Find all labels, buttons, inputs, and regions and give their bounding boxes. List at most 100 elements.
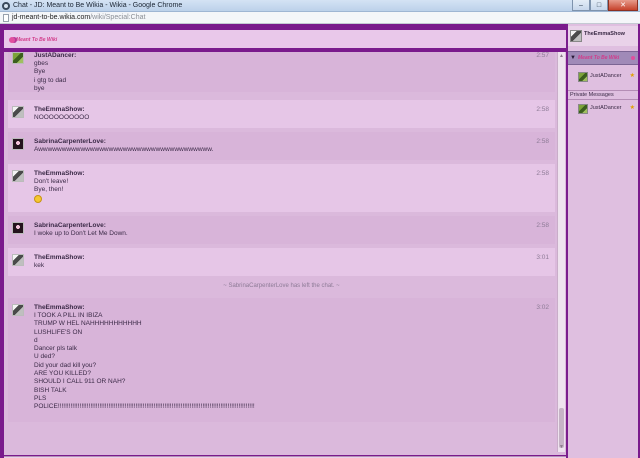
message-line: TRUMP W HEL NAHHHHHHHHHHH (34, 320, 142, 328)
message-line: LUSHLIFE'S ON (34, 328, 83, 336)
room-logo: Meant To Be Wiki (578, 55, 620, 61)
user-name: JustADancer (590, 73, 622, 79)
message-time: 2:57 (536, 52, 549, 59)
chat-messages: JustADancer: 2:57 gbes Bye i gtg to dad … (4, 52, 557, 452)
minimize-button[interactable]: – (572, 0, 590, 11)
chrome-icon (2, 2, 10, 10)
avatar (12, 222, 24, 234)
message-username[interactable]: TheEmmaShow: (34, 254, 85, 261)
current-user[interactable]: TheEmmaShow (568, 26, 638, 46)
avatar (12, 52, 24, 64)
message-time: 2:58 (536, 222, 549, 229)
chat-message: SabrinaCarpenterLove: 2:58 Awwwwwwwwwwww… (8, 132, 555, 160)
window-title: Chat - JD: Meant to Be Wikia - Wikia - G… (13, 2, 183, 9)
browser-titlebar: Chat - JD: Meant to Be Wikia - Wikia - G… (0, 0, 640, 12)
message-line: NOOOOOOOOOO (34, 114, 90, 121)
chat-message: TheEmmaShow: 3:02 I TOOK A PILL IN IBIZA… (8, 298, 555, 422)
avatar (12, 254, 24, 266)
scrollbar-thumb[interactable] (559, 408, 564, 448)
smiley-icon (34, 194, 42, 203)
message-line: Don't leave! (34, 178, 69, 185)
chat-message: SabrinaCarpenterLove: 2:58 I woke up to … (8, 216, 555, 244)
address-bar[interactable]: jd-meant-to-be.wikia.com/wiki/Special:Ch… (0, 12, 640, 24)
message-username[interactable]: SabrinaCarpenterLove: (34, 222, 106, 229)
message-text: Awwwwwwwwwwwwwwwwwwwwwwwwwwwwwwwwwwwww. (34, 146, 213, 154)
chat-header: Meant To Be Wiki (4, 30, 566, 50)
avatar (12, 106, 24, 118)
chat-message: TheEmmaShow: 2:58 NOOOOOOOOOO (8, 100, 555, 128)
avatar (12, 304, 24, 316)
chat-frame: Meant To Be Wiki JustADancer: 2:57 gbes … (0, 24, 640, 458)
room-status-icon (631, 56, 635, 60)
scroll-up-icon[interactable]: ▲ (559, 53, 564, 59)
message-line: bye (34, 84, 45, 92)
private-message-item[interactable]: JustADancer ★ (568, 102, 638, 116)
message-line: I woke up to Don't Let Me Down. (34, 230, 128, 237)
message-line: U ded? (34, 353, 55, 361)
user-list-item[interactable]: JustADancer ★ (568, 70, 638, 84)
message-line: i gtg to dad (34, 76, 67, 84)
private-messages-header: Private Messages (568, 90, 638, 100)
avatar (12, 170, 24, 182)
avatar (12, 138, 24, 150)
wiki-logo-mark (9, 37, 15, 43)
current-user-name: TheEmmaShow (584, 31, 625, 37)
chat-scrollbar[interactable]: ▲ ▼ (557, 52, 565, 452)
wiki-logo[interactable]: Meant To Be Wiki (9, 36, 57, 44)
chat-message: TheEmmaShow: 3:01 kek (8, 248, 555, 276)
message-line: gbes (34, 60, 49, 67)
message-line: Did your dad kill you? (34, 361, 97, 369)
message-username[interactable]: SabrinaCarpenterLove: (34, 138, 106, 145)
url-text[interactable]: jd-meant-to-be.wikia.com/wiki/Special:Ch… (12, 14, 145, 21)
message-username[interactable]: TheEmmaShow: (34, 304, 85, 311)
message-line: Dancer pls talk (34, 345, 77, 353)
main-room-header[interactable]: ▼ Meant To Be Wiki (568, 51, 638, 65)
avatar (570, 30, 582, 42)
user-sidebar: TheEmmaShow ▼ Meant To Be Wiki JustADanc… (566, 24, 638, 458)
message-text: I TOOK A PILL IN IBIZA TRUMP W HEL NAHHH… (34, 312, 255, 412)
message-text: I woke up to Don't Let Me Down. (34, 230, 128, 238)
message-line: Bye, then! (34, 186, 64, 194)
message-text: gbes Bye i gtg to dad bye (34, 60, 66, 93)
message-line: PLS (34, 394, 47, 402)
collapse-arrow-icon[interactable]: ▼ (570, 55, 576, 61)
url-path: /wiki/Special:Chat (90, 14, 146, 21)
star-icon: ★ (629, 105, 635, 111)
scroll-down-icon[interactable]: ▼ (559, 444, 564, 450)
message-line: kek (34, 262, 45, 269)
message-username[interactable]: JustADancer: (34, 52, 76, 59)
wiki-logo-text: Meant To Be Wiki (16, 37, 58, 43)
message-time: 2:58 (536, 106, 549, 113)
message-line: I TOOK A PILL IN IBIZA (34, 312, 103, 319)
message-time: 2:58 (536, 170, 549, 177)
user-name: JustADancer (590, 105, 622, 111)
chat-log[interactable]: JustADancer: 2:57 gbes Bye i gtg to dad … (4, 52, 566, 455)
message-text: NOOOOOOOOOO (34, 114, 89, 122)
message-text: Don't leave! Bye, then! (34, 178, 68, 204)
system-message: ~ SabrinaCarpenterLove has left the chat… (223, 283, 340, 289)
message-time: 3:02 (536, 304, 549, 311)
message-line: d (34, 336, 38, 344)
chat-message: JustADancer: 2:57 gbes Bye i gtg to dad … (8, 52, 555, 92)
close-button[interactable]: ✕ (608, 0, 638, 11)
message-line: POLICE!!!!!!!!!!!!!!!!!!!!!!!!!!!!!!!!!!… (34, 403, 255, 411)
maximize-button[interactable]: □ (590, 0, 608, 11)
message-line: Bye (34, 68, 46, 76)
message-line: SHOULD I CALL 911 OR NAH? (34, 378, 126, 386)
message-line: Awwwwwwwwwwwwwwwwwwwwwwwwwwwwwwwwwwwww. (34, 146, 214, 153)
message-time: 2:58 (536, 138, 549, 145)
message-line: ARE YOU KILLED? (34, 370, 91, 378)
chat-message: TheEmmaShow: 2:58 Don't leave! Bye, then… (8, 164, 555, 212)
message-time: 3:01 (536, 254, 549, 261)
page-icon (3, 14, 9, 22)
avatar (578, 104, 588, 114)
star-icon: ★ (629, 73, 635, 79)
message-text: kek (34, 262, 44, 270)
url-host: jd-meant-to-be.wikia.com (12, 14, 91, 21)
avatar (578, 72, 588, 82)
message-line: BISH TALK (34, 386, 67, 394)
message-username[interactable]: TheEmmaShow: (34, 106, 85, 113)
message-line (34, 194, 68, 204)
window-controls: – □ ✕ (572, 0, 638, 11)
message-username[interactable]: TheEmmaShow: (34, 170, 85, 177)
